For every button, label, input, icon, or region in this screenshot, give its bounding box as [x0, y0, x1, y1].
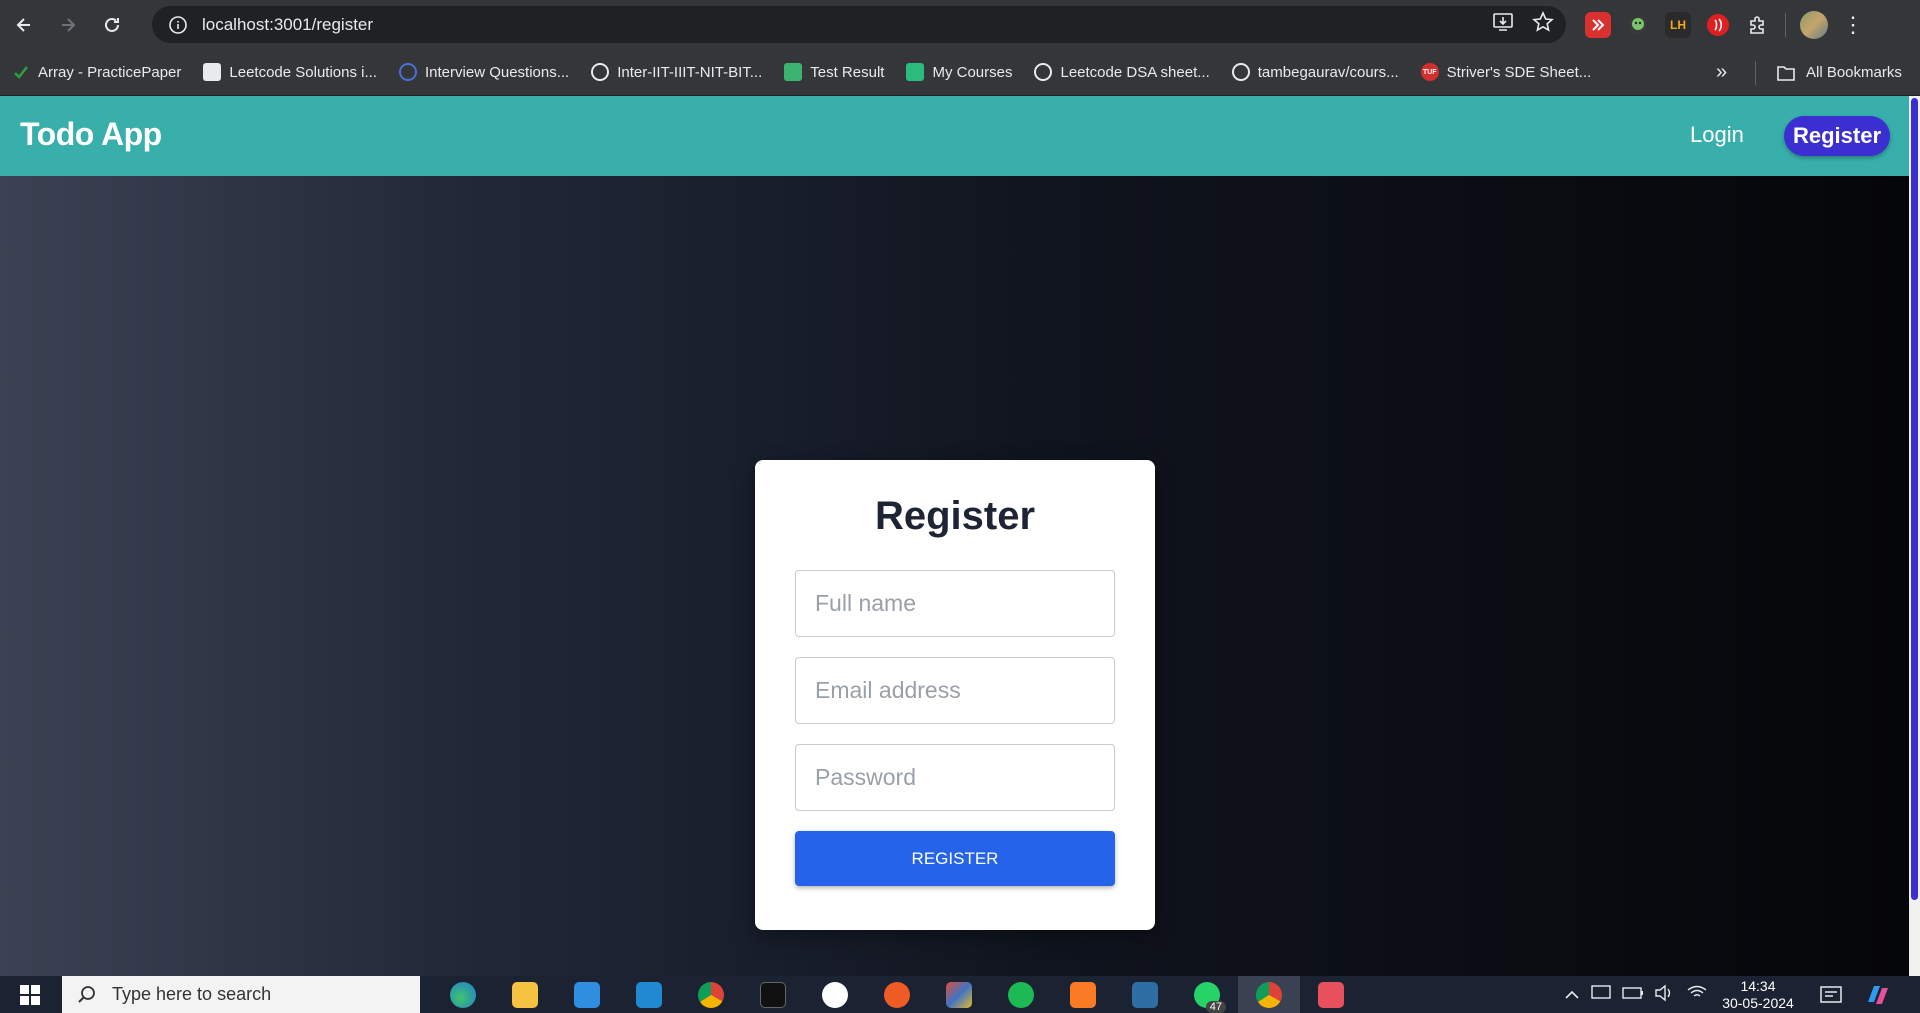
ext-red-circle-icon[interactable]: [1705, 12, 1731, 38]
install-app-icon[interactable]: [1492, 12, 1514, 37]
bookmark-item[interactable]: Array - PracticePaper: [12, 63, 181, 81]
reload-button[interactable]: [92, 5, 132, 45]
bookmark-label: Inter-IIT-IIIT-NIT-BIT...: [617, 63, 763, 81]
bookmark-item[interactable]: tambegaurav/cours...: [1231, 63, 1399, 81]
browser-toolbar: localhost:3001/register LH ⋮: [0, 0, 1920, 49]
address-bar[interactable]: localhost:3001/register: [152, 6, 1566, 43]
ext-green-face-icon[interactable]: [1625, 12, 1651, 38]
nav-register-button[interactable]: Register: [1784, 116, 1890, 156]
bookmark-item[interactable]: My Courses: [906, 63, 1012, 81]
windows-logo-icon: [20, 984, 40, 1005]
git-tool-app-icon[interactable]: [928, 976, 990, 1013]
github-icon: [591, 63, 610, 81]
taskbar-search-box[interactable]: Type here to search: [62, 976, 420, 1013]
nav-login-link[interactable]: Login: [1690, 122, 1744, 148]
globe-icon: [399, 63, 417, 81]
register-submit-button[interactable]: REGISTER: [795, 831, 1115, 886]
bookmark-item[interactable]: TUF Striver's SDE Sheet...: [1420, 63, 1592, 81]
bookmark-label: My Courses: [932, 63, 1013, 81]
globe-icon: [1034, 63, 1053, 81]
bookmark-label: Leetcode Solutions i...: [229, 63, 377, 81]
search-icon: [78, 985, 95, 1003]
taskbar-search-placeholder: Type here to search: [112, 984, 272, 1004]
bookmarks-divider: [1755, 61, 1756, 85]
mail-app-icon[interactable]: [556, 976, 618, 1013]
bookmark-label: Striver's SDE Sheet...: [1446, 63, 1592, 81]
register-title: Register: [874, 494, 1036, 538]
folder-icon: [1777, 65, 1795, 81]
mysql-workbench-app-icon[interactable]: [1114, 976, 1176, 1013]
file-explorer-icon[interactable]: [494, 976, 556, 1013]
toolbar-divider: [1785, 12, 1786, 37]
app-navbar: Todo App Login Register: [0, 96, 1909, 176]
pinned-apps: 47: [432, 976, 1362, 1013]
email-input[interactable]: [795, 657, 1115, 724]
snipping-tool-app-icon[interactable]: [1300, 976, 1362, 1013]
volume-icon[interactable]: [1654, 984, 1676, 1005]
bookmark-label: Test Result: [810, 63, 885, 81]
profile-avatar[interactable]: [1800, 10, 1828, 39]
back-button[interactable]: [4, 5, 44, 45]
whatsapp-app-icon[interactable]: 47: [1176, 976, 1238, 1013]
bookmark-item[interactable]: Leetcode Solutions i...: [203, 63, 377, 81]
browser-menu-icon[interactable]: ⋮: [1842, 13, 1864, 36]
clock-date: 30-05-2024: [1722, 995, 1794, 1011]
all-bookmarks-button[interactable]: All Bookmarks: [1776, 49, 1902, 96]
vscode-app-icon[interactable]: [618, 976, 680, 1013]
app-brand[interactable]: Todo App: [20, 116, 162, 153]
postman-app-icon[interactable]: [866, 976, 928, 1013]
bookmark-item[interactable]: Leetcode DSA sheet...: [1034, 63, 1210, 81]
spotify-app-icon[interactable]: [990, 976, 1052, 1013]
bookmark-label: Leetcode DSA sheet...: [1060, 63, 1210, 81]
courses-icon: [906, 63, 925, 81]
site-info-icon[interactable]: [160, 7, 196, 43]
extensions-puzzle-icon[interactable]: [1745, 12, 1771, 38]
mongodb-app-icon[interactable]: [804, 976, 866, 1013]
page-background: Register REGISTER: [0, 176, 1909, 976]
fullname-input[interactable]: [795, 570, 1115, 637]
password-input[interactable]: [795, 744, 1115, 811]
system-tray: [1564, 976, 1708, 1013]
bookmark-item[interactable]: Inter-IIT-IIIT-NIT-BIT...: [591, 63, 762, 81]
all-bookmarks-label: All Bookmarks: [1806, 64, 1902, 81]
more-bookmarks-icon[interactable]: »: [1716, 49, 1727, 96]
copilot-icon[interactable]: [1864, 982, 1892, 1008]
battery-icon[interactable]: [1622, 986, 1644, 1003]
ext-red-icon[interactable]: [1585, 11, 1611, 38]
github-icon: [1231, 63, 1250, 81]
clock-time: 14:34: [1740, 978, 1776, 994]
page-viewport: Todo App Login Register Register REGISTE…: [0, 96, 1920, 976]
register-card: Register REGISTER: [755, 460, 1155, 930]
bookmark-label: Interview Questions...: [425, 63, 570, 81]
url-text[interactable]: localhost:3001/register: [202, 15, 373, 35]
edge-app-icon[interactable]: [432, 976, 494, 1013]
tuf-icon: TUF: [1420, 63, 1439, 81]
windows-taskbar: Type here to search 47 14:34 30-05-2024: [0, 976, 1920, 1013]
bookmark-item[interactable]: Test Result: [784, 63, 884, 81]
chrome-app-icon[interactable]: [680, 976, 742, 1013]
bookmark-star-icon[interactable]: [1532, 11, 1554, 38]
notification-icon[interactable]: [1818, 982, 1844, 1008]
bookmark-label: tambegaurav/cours...: [1257, 63, 1399, 81]
umbrella-icon: [784, 63, 803, 81]
bookmark-label: Array - PracticePaper: [38, 63, 182, 81]
start-button[interactable]: [0, 976, 60, 1013]
taskbar-clock[interactable]: 14:34 30-05-2024: [1716, 978, 1800, 1012]
ext-lh-icon[interactable]: LH: [1665, 11, 1691, 38]
chrome-running-app-icon[interactable]: [1238, 976, 1300, 1013]
whatsapp-badge: 47: [1205, 1001, 1226, 1013]
tray-chevron-icon[interactable]: [1564, 987, 1580, 1003]
forward-button[interactable]: [48, 5, 88, 45]
page-scrollbar-thumb[interactable]: [1911, 98, 1918, 900]
wifi-icon[interactable]: [1686, 984, 1708, 1005]
terminal-app-icon[interactable]: [742, 976, 804, 1013]
bookmark-item[interactable]: Interview Questions...: [399, 63, 569, 81]
leetcode-doc-icon: [203, 63, 222, 81]
bookmarks-bar: Array - PracticePaper Leetcode Solutions …: [0, 49, 1920, 96]
tray-display-icon[interactable]: [1590, 984, 1612, 1005]
xampp-app-icon[interactable]: [1052, 976, 1114, 1013]
checkmark-icon: [12, 63, 30, 81]
